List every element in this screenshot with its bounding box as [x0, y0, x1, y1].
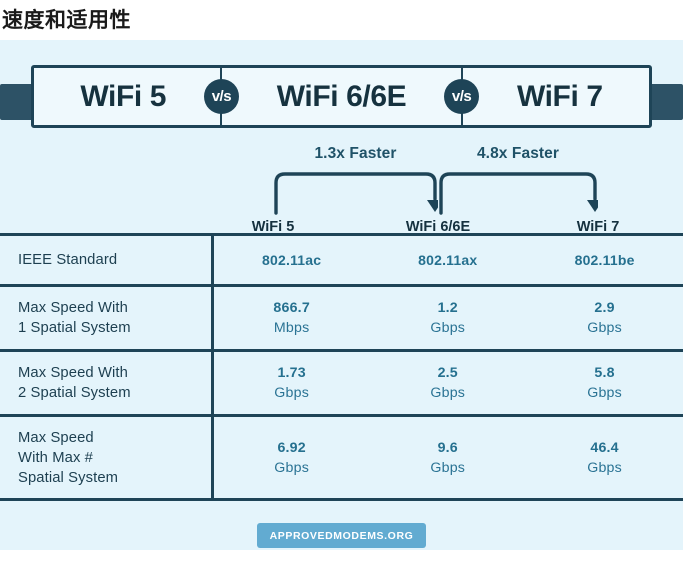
cell-value: 6.92 — [277, 439, 306, 456]
cell-unit: Gbps — [430, 459, 466, 476]
banner-label-wifi7: WiFi 7 — [516, 79, 603, 113]
footer: APPROVEDMODEMS.ORG — [0, 501, 683, 548]
table-row: Max Speed With 2 Spatial System 1.73 Gbp… — [0, 349, 683, 416]
cell-ieee-wifi7: 802.11be — [526, 233, 683, 286]
cell-value: 802.11ax — [418, 252, 478, 268]
cell-1spatial-wifi5: 866.7 Mbps — [212, 284, 370, 351]
curved-arrow-icon — [439, 172, 598, 215]
cell-value: 1.73 — [277, 365, 306, 381]
table-row: Max Speed With Max # Spatial System 6.92… — [0, 414, 683, 501]
arrow-label-1: 1.3x Faster — [314, 145, 397, 162]
cell-2spatial-wifi5: 1.73 Gbps — [212, 349, 370, 416]
table-row: IEEE Standard 802.11ac 802.11ax 802.11be — [0, 233, 683, 286]
cell-unit: Gbps — [587, 320, 622, 336]
arrow-group-wifi5-to-wifi6: 1.3x Faster — [273, 145, 438, 215]
cell-maxspatial-wifi7: 46.4 Gbps — [526, 414, 683, 501]
cell-value: 866.7 — [273, 300, 310, 316]
arrow-group-wifi6-to-wifi7: 4.8x Faster — [438, 145, 598, 215]
row-label-ieee-standard: IEEE Standard — [0, 233, 214, 286]
row-label-line: With Max # — [18, 449, 93, 466]
banner-label-wifi5: WiFi 5 — [80, 79, 167, 113]
row-label-line: Max Speed With — [18, 300, 128, 316]
cell-unit: Gbps — [430, 385, 466, 401]
banner-box: WiFi 5 v/s WiFi 6/6E v/s WiFi 7 — [31, 65, 652, 128]
cell-value: 802.11ac — [262, 252, 322, 268]
cell-ieee-wifi6: 802.11ax — [369, 233, 527, 286]
column-header-wifi5: WiFi 5 — [251, 219, 295, 235]
vs-badge-icon: v/s — [444, 79, 480, 114]
curved-arrow-icon — [274, 172, 438, 215]
row-label-line: Spatial System — [18, 469, 119, 486]
vs-divider-1: v/s — [198, 68, 244, 125]
row-label-max-speed-max-spatial: Max Speed With Max # Spatial System — [0, 414, 214, 501]
column-header-wifi7: WiFi 7 — [576, 219, 620, 235]
row-label-line: Max Speed With — [18, 365, 128, 381]
comparison-banner: WiFi 5 v/s WiFi 6/6E v/s WiFi 7 — [0, 65, 683, 137]
cell-value: 5.8 — [594, 365, 615, 381]
cell-value: 1.2 — [437, 300, 458, 316]
cell-unit: Gbps — [274, 385, 310, 401]
cell-2spatial-wifi6: 2.5 Gbps — [369, 349, 527, 416]
cell-maxspatial-wifi5: 6.92 Gbps — [212, 414, 370, 501]
cell-unit: Gbps — [587, 385, 622, 401]
column-header-wifi6: WiFi 6/6E — [405, 219, 471, 235]
cell-maxspatial-wifi6: 9.6 Gbps — [369, 414, 527, 501]
table-row: Max Speed With 1 Spatial System 866.7 Mb… — [0, 284, 683, 351]
cell-value: 802.11be — [574, 252, 635, 268]
arrow-label-2: 4.8x Faster — [476, 145, 560, 162]
page-title: 速度和适用性 — [2, 9, 131, 32]
brand-badge[interactable]: APPROVEDMODEMS.ORG — [256, 523, 427, 548]
cell-2spatial-wifi7: 5.8 Gbps — [526, 349, 683, 416]
cell-1spatial-wifi7: 2.9 Gbps — [526, 284, 683, 351]
cell-unit: Gbps — [587, 459, 622, 476]
row-label-line: 1 Spatial System — [18, 320, 131, 336]
speed-comparison-arrows: 1.3x Faster 4.8x Faster WiFi 5 WiFi 6/6E… — [0, 145, 683, 235]
banner-label-wifi6: WiFi 6/6E — [276, 79, 407, 113]
row-label-max-speed-1-spatial: Max Speed With 1 Spatial System — [0, 284, 214, 351]
cell-unit: Gbps — [430, 320, 466, 336]
cell-value: 9.6 — [437, 439, 458, 456]
cell-unit: Gbps — [274, 459, 310, 476]
vs-divider-2: v/s — [439, 68, 485, 125]
cell-ieee-wifi5: 802.11ac — [212, 233, 370, 286]
vs-badge-icon: v/s — [203, 79, 239, 114]
cell-value: 2.9 — [594, 300, 615, 316]
infographic-panel: WiFi 5 v/s WiFi 6/6E v/s WiFi 7 1.3x Fas… — [0, 40, 683, 550]
cell-value: 2.5 — [437, 365, 458, 381]
row-label-line: Max Speed — [18, 429, 94, 446]
cell-unit: Mbps — [273, 320, 310, 336]
cell-value: 46.4 — [590, 439, 619, 456]
row-label-max-speed-2-spatial: Max Speed With 2 Spatial System — [0, 349, 214, 416]
comparison-table: IEEE Standard 802.11ac 802.11ax 802.11be… — [0, 233, 683, 501]
row-label-line: 2 Spatial System — [18, 385, 131, 401]
column-headers: WiFi 5 WiFi 6/6E WiFi 7 — [0, 219, 683, 239]
cell-1spatial-wifi6: 1.2 Gbps — [369, 284, 527, 351]
